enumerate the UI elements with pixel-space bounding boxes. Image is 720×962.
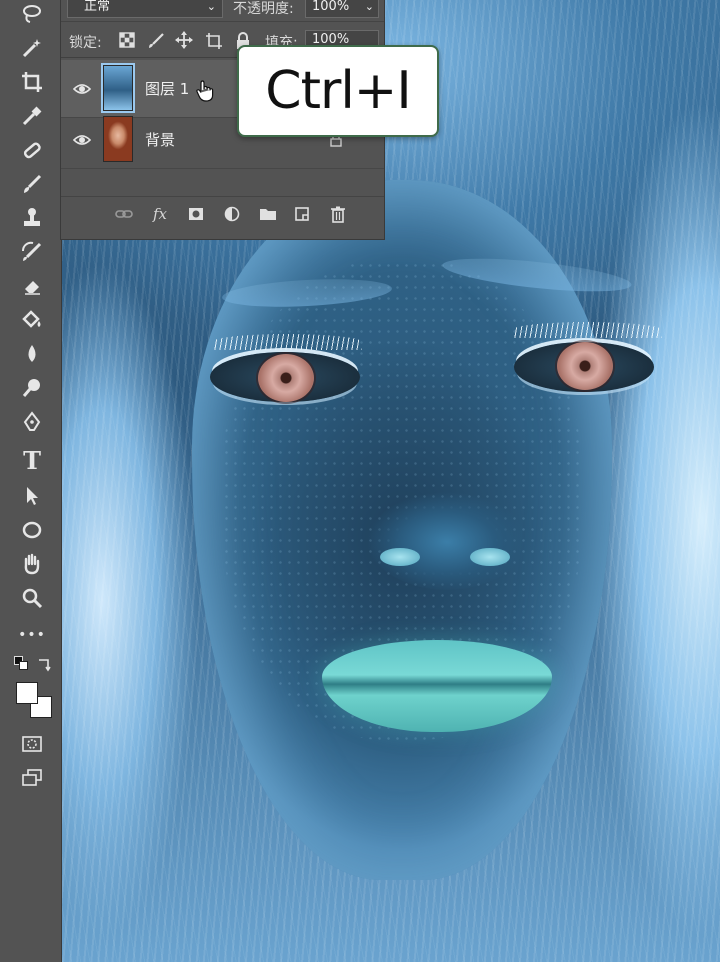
lock-position-icon[interactable]	[175, 31, 193, 49]
lock-image-pixels-icon[interactable]	[147, 32, 165, 50]
mask-icon[interactable]	[187, 205, 205, 223]
chevron-down-icon: ⌄	[364, 0, 374, 13]
chevron-down-icon: ⌄	[206, 0, 216, 13]
zoom-icon[interactable]	[14, 584, 50, 614]
right-iris	[557, 342, 613, 390]
type-icon[interactable]: T	[14, 446, 50, 476]
trash-icon[interactable]	[329, 205, 347, 223]
opacity-label: 不透明度:	[233, 1, 294, 17]
left-nostril	[380, 548, 420, 566]
hand-cursor-icon	[195, 80, 215, 102]
blur-icon[interactable]	[14, 340, 50, 370]
lock-artboard-icon[interactable]	[205, 32, 223, 50]
stamp-icon[interactable]	[14, 204, 50, 234]
left-eyelashes	[212, 334, 362, 350]
shortcut-callout: Ctrl+I	[237, 45, 439, 137]
pen-icon[interactable]	[14, 408, 50, 438]
healing-brush-icon[interactable]	[14, 136, 50, 166]
layer-thumbnail	[103, 65, 133, 111]
quick-mask-icon[interactable]	[14, 730, 50, 760]
lock-transparent-pixels-icon[interactable]	[119, 32, 135, 48]
right-nostril	[470, 548, 510, 566]
link-icon[interactable]	[115, 205, 133, 223]
left-iris	[258, 354, 314, 402]
folder-icon[interactable]	[259, 205, 277, 223]
history-brush-icon[interactable]	[14, 238, 50, 268]
foreground-color-swatch[interactable]	[16, 682, 38, 704]
ellipse-icon[interactable]	[14, 516, 50, 546]
photoshop-workspace: T ••• 正常 ⌄ 不透明度: 100% ⌄ 锁定: 填充: 100% 图层 …	[0, 0, 720, 962]
adjustment-icon[interactable]	[223, 205, 241, 223]
dodge-icon[interactable]	[14, 374, 50, 404]
nose	[362, 470, 532, 590]
blend-mode-value: 正常	[84, 0, 111, 14]
brush-icon[interactable]	[14, 170, 50, 200]
layer-name[interactable]: 图层 1	[145, 78, 189, 99]
crop-icon[interactable]	[14, 68, 50, 98]
path-select-icon[interactable]	[14, 482, 50, 512]
blend-mode-select[interactable]: 正常 ⌄	[67, 0, 223, 18]
paint-bucket-icon[interactable]	[14, 306, 50, 336]
opacity-value: 100%	[312, 0, 350, 14]
magic-wand-icon[interactable]	[14, 34, 50, 64]
swap-colors-icon[interactable]	[36, 656, 52, 672]
layer-options-row: 正常 ⌄ 不透明度: 100% ⌄	[61, 0, 384, 22]
screen-mode-icon[interactable]	[14, 764, 50, 794]
layer-name[interactable]: 背景	[145, 129, 175, 150]
new-layer-icon[interactable]	[293, 205, 311, 223]
opacity-input[interactable]: 100% ⌄	[305, 0, 379, 18]
eye-icon[interactable]	[72, 80, 92, 98]
eraser-icon[interactable]	[14, 272, 50, 302]
layers-panel-footer: fx	[61, 196, 384, 230]
hand-icon[interactable]	[14, 550, 50, 580]
lock-label: 锁定:	[69, 35, 102, 51]
lasso-icon[interactable]	[14, 0, 50, 30]
background-thumbnail	[103, 116, 133, 162]
default-colors-icon[interactable]	[14, 656, 30, 672]
right-eyelashes	[512, 322, 662, 338]
fx-icon[interactable]: fx	[151, 205, 169, 223]
eyedropper-icon[interactable]	[14, 102, 50, 132]
eye-icon[interactable]	[72, 131, 92, 149]
more-icon[interactable]: •••	[14, 620, 50, 650]
tools-panel: T •••	[0, 0, 62, 962]
